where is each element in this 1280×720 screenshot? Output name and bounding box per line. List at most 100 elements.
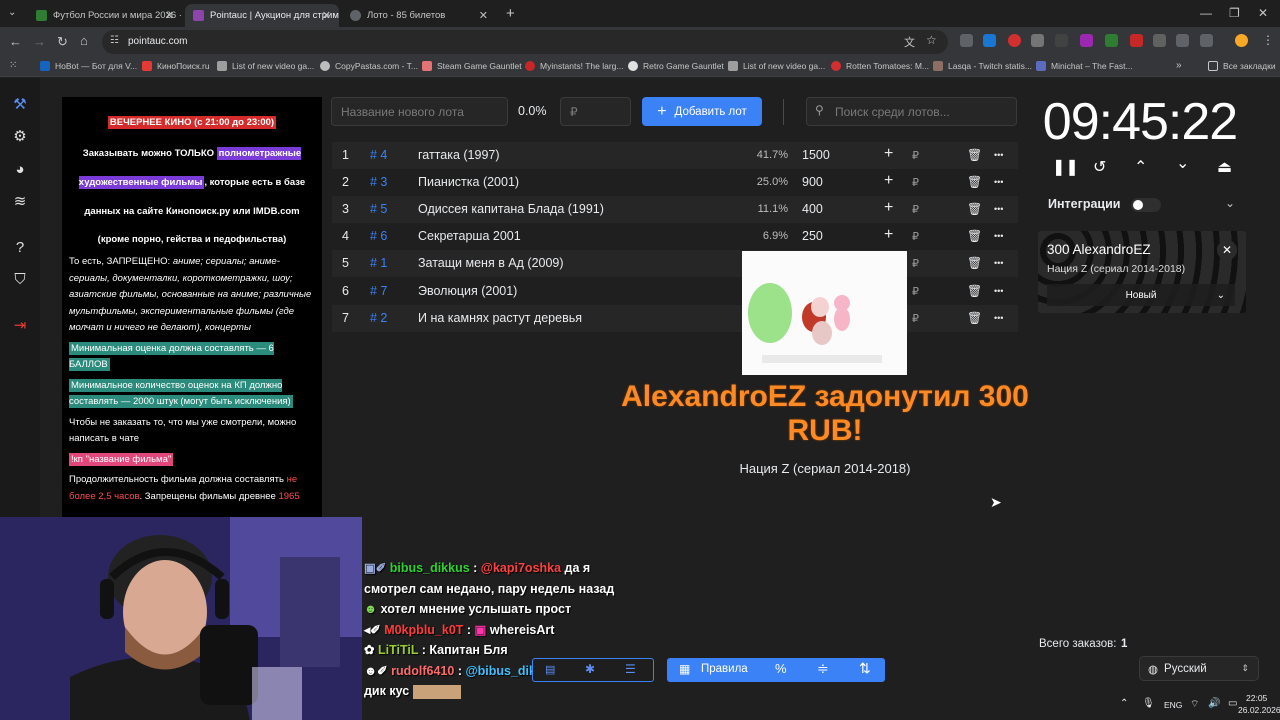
profile-avatar-icon[interactable]	[1235, 34, 1248, 47]
shield-icon[interactable]: ⛉	[11, 270, 29, 288]
tab-search-icon[interactable]: ⌄	[8, 7, 16, 18]
extension-icon[interactable]	[1031, 34, 1044, 47]
bug-icon[interactable]: ✱	[585, 662, 595, 676]
lot-id[interactable]: # 3	[370, 175, 387, 189]
status-select[interactable]: Новый ⌄	[1047, 284, 1235, 306]
tab-loto[interactable]: Лото - 85 билетов ✕	[342, 4, 496, 27]
bookmark-item[interactable]: HoBot — Бот для V...	[40, 61, 137, 71]
reset-icon[interactable]: ↺	[1093, 157, 1106, 177]
extension-icon[interactable]	[1105, 34, 1118, 47]
bookmark-item[interactable]: Rotten Tomatoes: M...	[831, 61, 929, 71]
extensions-puzzle-icon[interactable]	[1200, 34, 1213, 47]
more-options-icon[interactable]: •••	[994, 258, 1003, 268]
more-options-icon[interactable]: •••	[994, 313, 1003, 323]
language-select[interactable]: ◍ Русский ⇕	[1139, 656, 1259, 681]
save-icon[interactable]: ▤	[545, 663, 555, 676]
percent-icon[interactable]: %	[775, 661, 787, 676]
address-bar[interactable]	[102, 30, 948, 54]
bookmark-item[interactable]: Retro Game Gauntlet	[628, 61, 724, 71]
wheel-icon[interactable]: ◕	[11, 160, 29, 178]
add-amount-icon[interactable]: +	[884, 226, 893, 244]
extension-icon[interactable]	[1008, 34, 1021, 47]
lot-name[interactable]: Пианистка (2001)	[418, 175, 519, 189]
rules-button[interactable]: Правила	[701, 663, 748, 675]
auction-hammer-icon[interactable]: ⚒	[11, 95, 29, 113]
integrations-row[interactable]: Интеграции ⌄	[1038, 191, 1246, 219]
lot-name[interactable]: Секретарша 2001	[418, 229, 521, 243]
add-amount-icon[interactable]: +	[884, 145, 893, 163]
lot-id[interactable]: # 6	[370, 229, 387, 243]
amount-input[interactable]: ₽	[560, 97, 631, 126]
extension-icon[interactable]	[1153, 34, 1166, 47]
help-icon[interactable]: ?	[11, 238, 29, 256]
close-window-icon[interactable]: ✕	[1258, 6, 1268, 20]
bookmark-item[interactable]: Steam Game Gauntlet	[422, 61, 522, 71]
site-info-icon[interactable]: ☷	[110, 35, 119, 46]
new-tab-button[interactable]: +	[506, 5, 515, 22]
settings-gear-icon[interactable]: ⚙	[11, 127, 29, 145]
more-options-icon[interactable]: •••	[994, 150, 1003, 160]
more-options-icon[interactable]: •••	[994, 177, 1003, 187]
logout-icon[interactable]: ⇥	[11, 316, 29, 334]
pause-icon[interactable]: ❚❚	[1052, 157, 1079, 177]
lot-id[interactable]: # 4	[370, 148, 387, 162]
chevron-up-icon[interactable]: ⌃	[1134, 157, 1147, 177]
lot-name[interactable]: Эволюция (2001)	[418, 284, 517, 298]
more-options-icon[interactable]: •••	[994, 286, 1003, 296]
restore-icon[interactable]: ❐	[1229, 6, 1240, 20]
delete-lot-icon[interactable]: 🗑	[967, 284, 982, 298]
delete-lot-icon[interactable]: 🗑	[967, 256, 982, 270]
eject-icon[interactable]: ⏏	[1217, 157, 1232, 177]
lot-amount[interactable]: 250	[802, 229, 823, 243]
microphone-icon[interactable]: 🎙	[1142, 698, 1155, 709]
bookmark-item[interactable]: Lasqa - Twitch statis...	[933, 61, 1032, 71]
more-options-icon[interactable]: •••	[994, 204, 1003, 214]
more-options-icon[interactable]: •••	[994, 231, 1003, 241]
tray-chevron-icon[interactable]: ⌃	[1120, 698, 1128, 709]
add-lot-button[interactable]: + Добавить лот	[642, 97, 762, 126]
new-lot-input[interactable]: Название нового лота	[331, 97, 508, 126]
clock-time[interactable]: 22:05	[1246, 693, 1267, 703]
extension-icon[interactable]	[1080, 34, 1093, 47]
extension-icon[interactable]	[1176, 34, 1189, 47]
lot-search-input[interactable]: Поиск среди лотов...	[806, 97, 1017, 126]
bookmark-item[interactable]: Minichat – The Fast...	[1036, 61, 1133, 71]
url-text[interactable]: pointauc.com	[128, 36, 187, 47]
lot-id[interactable]: # 1	[370, 256, 387, 270]
minimize-icon[interactable]: —	[1200, 6, 1212, 20]
clear-lots-icon[interactable]: ☰	[625, 662, 636, 676]
apps-grid-icon[interactable]: ⁙	[9, 60, 17, 71]
lot-name[interactable]: И на камнях растут деревья	[418, 311, 582, 325]
home-icon[interactable]: ⌂	[80, 33, 88, 48]
bookmark-star-icon[interactable]: ☆	[926, 33, 937, 47]
layers-icon[interactable]: ≋	[11, 192, 29, 210]
delete-lot-icon[interactable]: 🗑	[967, 202, 982, 216]
extension-icon[interactable]	[960, 34, 973, 47]
add-amount-icon[interactable]: +	[884, 172, 893, 190]
bookmark-item[interactable]: List of new video ga...	[728, 61, 825, 71]
extension-icon[interactable]	[1055, 34, 1068, 47]
compress-icon[interactable]: ≑	[817, 660, 829, 677]
lot-amount[interactable]: 400	[802, 202, 823, 216]
chevron-down-icon[interactable]: ⌄	[1176, 153, 1189, 173]
more-bookmarks-icon[interactable]: »	[1176, 60, 1182, 71]
delete-lot-icon[interactable]: 🗑	[967, 311, 982, 325]
forward-icon[interactable]: →	[33, 34, 46, 49]
bookmark-item[interactable]: List of new video ga...	[217, 61, 314, 71]
battery-icon[interactable]: ▭	[1228, 698, 1237, 709]
translate-icon[interactable]: 文	[904, 34, 915, 50]
close-tab-icon[interactable]: ✕	[322, 9, 331, 22]
delete-lot-icon[interactable]: 🗑	[967, 229, 982, 243]
wifi-icon[interactable]: ⌔	[1190, 698, 1199, 711]
close-icon[interactable]: ✕	[1217, 240, 1237, 260]
volume-icon[interactable]: 🔊	[1208, 698, 1220, 709]
reload-icon[interactable]: ↻	[57, 34, 68, 50]
add-amount-icon[interactable]: +	[884, 199, 893, 217]
lot-name[interactable]: гаттака (1997)	[418, 148, 500, 162]
all-bookmarks-folder[interactable]: Все закладки	[1208, 61, 1276, 71]
lot-id[interactable]: # 5	[370, 202, 387, 216]
close-tab-icon[interactable]: ✕	[165, 9, 174, 22]
back-icon[interactable]: ←	[9, 34, 22, 49]
close-tab-icon[interactable]: ✕	[479, 9, 488, 22]
extension-icon[interactable]	[983, 34, 996, 47]
